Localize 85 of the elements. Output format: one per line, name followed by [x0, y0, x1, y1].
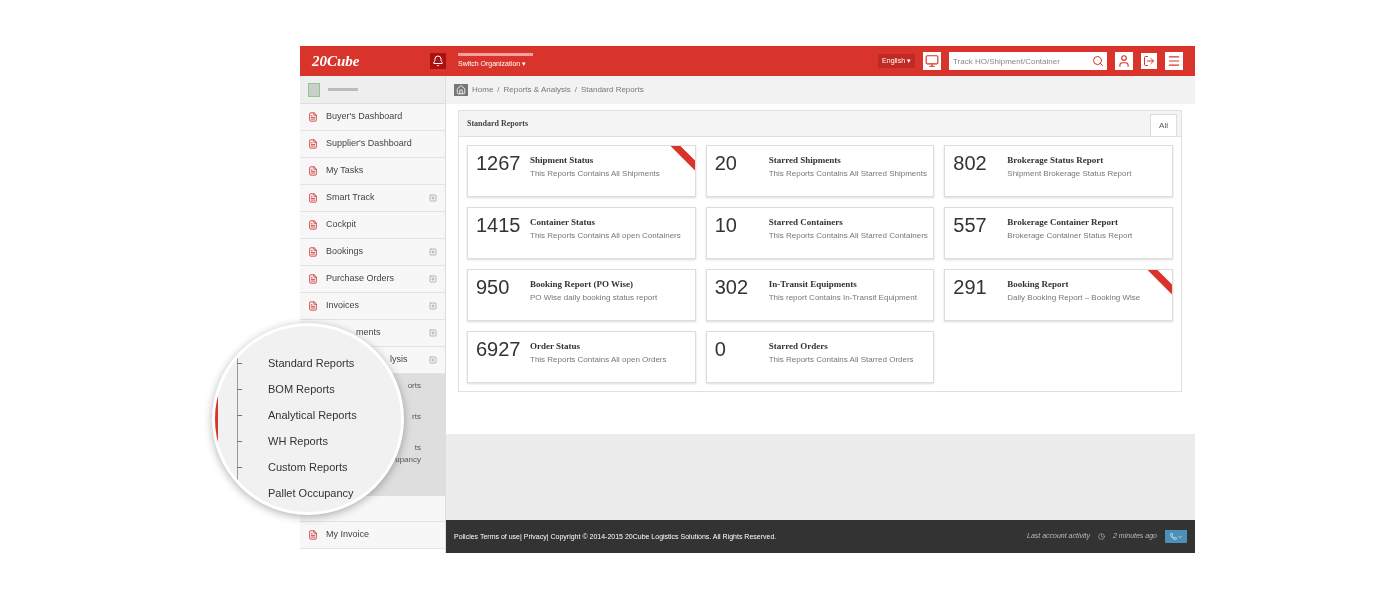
report-description: Daily Booking Report – Booking Wise — [1007, 291, 1141, 304]
notification-icon[interactable] — [430, 53, 446, 69]
sidebar-item[interactable]: Buyer's Dashboard — [300, 104, 445, 131]
report-card[interactable]: 0 Starred Orders This Reports Contains All Starred Orders — [705, 331, 935, 383]
report-description: This Reports Contains All Shipments — [530, 167, 660, 180]
submenu-item[interactable]: orts — [407, 380, 421, 392]
report-description: This Reports Contains All open Containers — [530, 229, 681, 242]
submenu-item[interactable]: WH Reports — [268, 432, 328, 450]
sidebar-item[interactable]: Invoices — [300, 293, 445, 320]
phone-icon — [1169, 533, 1177, 540]
report-description: This Reports Contains All Starred Shipments — [768, 167, 927, 180]
avatar-icon[interactable] — [1115, 52, 1133, 70]
breadcrumb-link[interactable]: Reports & Analysis — [503, 84, 571, 96]
report-card[interactable]: 950 Booking Report (PO Wise) PO Wise daily booking status report — [467, 269, 696, 321]
report-card[interactable]: 557 Brokerage Container Report Brokerage Container Status Report — [944, 207, 1173, 259]
submenu-item[interactable]: ts — [414, 442, 421, 454]
report-title: Brokerage Container Report — [1007, 216, 1119, 229]
report-card[interactable]: 291 Booking Report Daily Booking Report – Booking Wise — [944, 269, 1173, 321]
report-title: Booking Report (PO Wise) — [530, 278, 634, 291]
submenu-item[interactable]: Standard Reports — [268, 354, 355, 372]
sidebar-item-label[interactable]: ments — [356, 327, 381, 338]
sidebar-item[interactable]: Purchase Orders — [300, 266, 445, 293]
report-count: 1267 — [476, 151, 522, 175]
breadcrumb-link[interactable]: Home — [472, 84, 494, 96]
report-title: Starred Orders — [768, 340, 829, 353]
report-card[interactable]: 1267 Shipment Status This Reports Contains All Shipments — [467, 145, 696, 197]
report-title: Starred Containers — [768, 216, 844, 229]
monitor-icon[interactable] — [923, 52, 941, 70]
filter-tab[interactable]: All — [1150, 114, 1177, 136]
user-name-blurred — [328, 88, 358, 91]
logo[interactable]: 20Cube — [312, 49, 422, 73]
report-description: Shipment Brokerage Status Report — [1007, 167, 1132, 180]
submenu-item[interactable]: rts — [412, 411, 421, 423]
report-count: 6927 — [476, 337, 522, 361]
report-count: 302 — [714, 275, 750, 299]
logout-icon[interactable] — [1141, 53, 1157, 69]
submenu-item[interactable]: upancy — [395, 454, 421, 466]
sidebar-item[interactable]: My Invoice — [300, 522, 445, 549]
report-title: Order Status — [530, 340, 582, 353]
report-count: 10 — [714, 213, 738, 237]
report-title: In-Transit Equipments — [768, 278, 858, 291]
breadcrumb-separator: / — [497, 84, 500, 96]
submenu-item[interactable]: Pallet Occupancy — [268, 484, 354, 502]
report-count: 1415 — [476, 213, 522, 237]
sidebar-item[interactable]: Cockpit — [300, 212, 445, 239]
report-card[interactable]: 10 Starred Containers This Reports Contains All Starred Containers — [705, 207, 935, 259]
search-field[interactable]: Track HO/Shipment/Container — [949, 52, 1089, 70]
report-count: 950 — [476, 275, 511, 299]
sidebar-item[interactable]: My Tasks — [300, 158, 445, 185]
sidebar-item[interactable]: Smart Track — [300, 185, 445, 212]
report-card[interactable]: 1415 Container Status This Reports Contains All open Containers — [467, 207, 696, 259]
report-count: 802 — [953, 151, 988, 175]
report-count: 0 — [714, 337, 727, 361]
report-description: This Reports Contains All open Orders — [530, 353, 667, 366]
report-count: 557 — [953, 213, 988, 237]
report-card[interactable]: 802 Brokerage Status Report Shipment Brokerage Status Report — [944, 145, 1173, 197]
report-title: Shipment Status — [530, 154, 595, 167]
report-title: Brokerage Status Report — [1007, 154, 1105, 167]
sidebar-item-label[interactable]: lysis — [390, 354, 408, 365]
report-title: Container Status — [530, 216, 597, 229]
report-description: PO Wise daily booking status report — [530, 291, 658, 304]
report-description: This Reports Contains All Starred Orders — [768, 353, 914, 366]
breadcrumb-separator: / — [574, 84, 577, 96]
report-card[interactable]: 6927 Order Status This Reports Contains All open Orders — [467, 331, 696, 383]
report-description: Brokerage Container Status Report — [1007, 229, 1133, 242]
report-title: Starred Shipments — [768, 154, 842, 167]
submenu-item[interactable]: Analytical Reports — [268, 406, 357, 424]
breadcrumb-link[interactable]: Standard Reports — [580, 84, 644, 96]
report-title: Booking Report — [1007, 278, 1070, 291]
submenu-item[interactable]: Custom Reports — [268, 458, 348, 476]
submenu-item[interactable]: BOM Reports — [268, 380, 335, 398]
home-icon[interactable] — [454, 84, 468, 96]
report-card[interactable]: 302 In-Transit Equipments This report Contains In-Transit Equipment — [705, 269, 935, 321]
search-icon[interactable] — [1089, 52, 1107, 70]
support-button[interactable] — [1165, 530, 1187, 543]
report-description: This report Contains In-Transit Equipment — [768, 291, 917, 304]
report-count: 20 — [714, 151, 738, 175]
clock-icon — [1098, 533, 1105, 540]
caret-icon — [1176, 533, 1183, 540]
panel-title: Standard Reports — [466, 117, 530, 130]
sidebar-item[interactable]: Bookings — [300, 239, 445, 266]
report-count: 291 — [953, 275, 988, 299]
sidebar-item[interactable]: Supplier's Dashboard — [300, 131, 445, 158]
report-description: This Reports Contains All Starred Containers — [768, 229, 928, 242]
report-card[interactable]: 20 Starred Shipments This Reports Contains All Starred Shipments — [705, 145, 935, 197]
